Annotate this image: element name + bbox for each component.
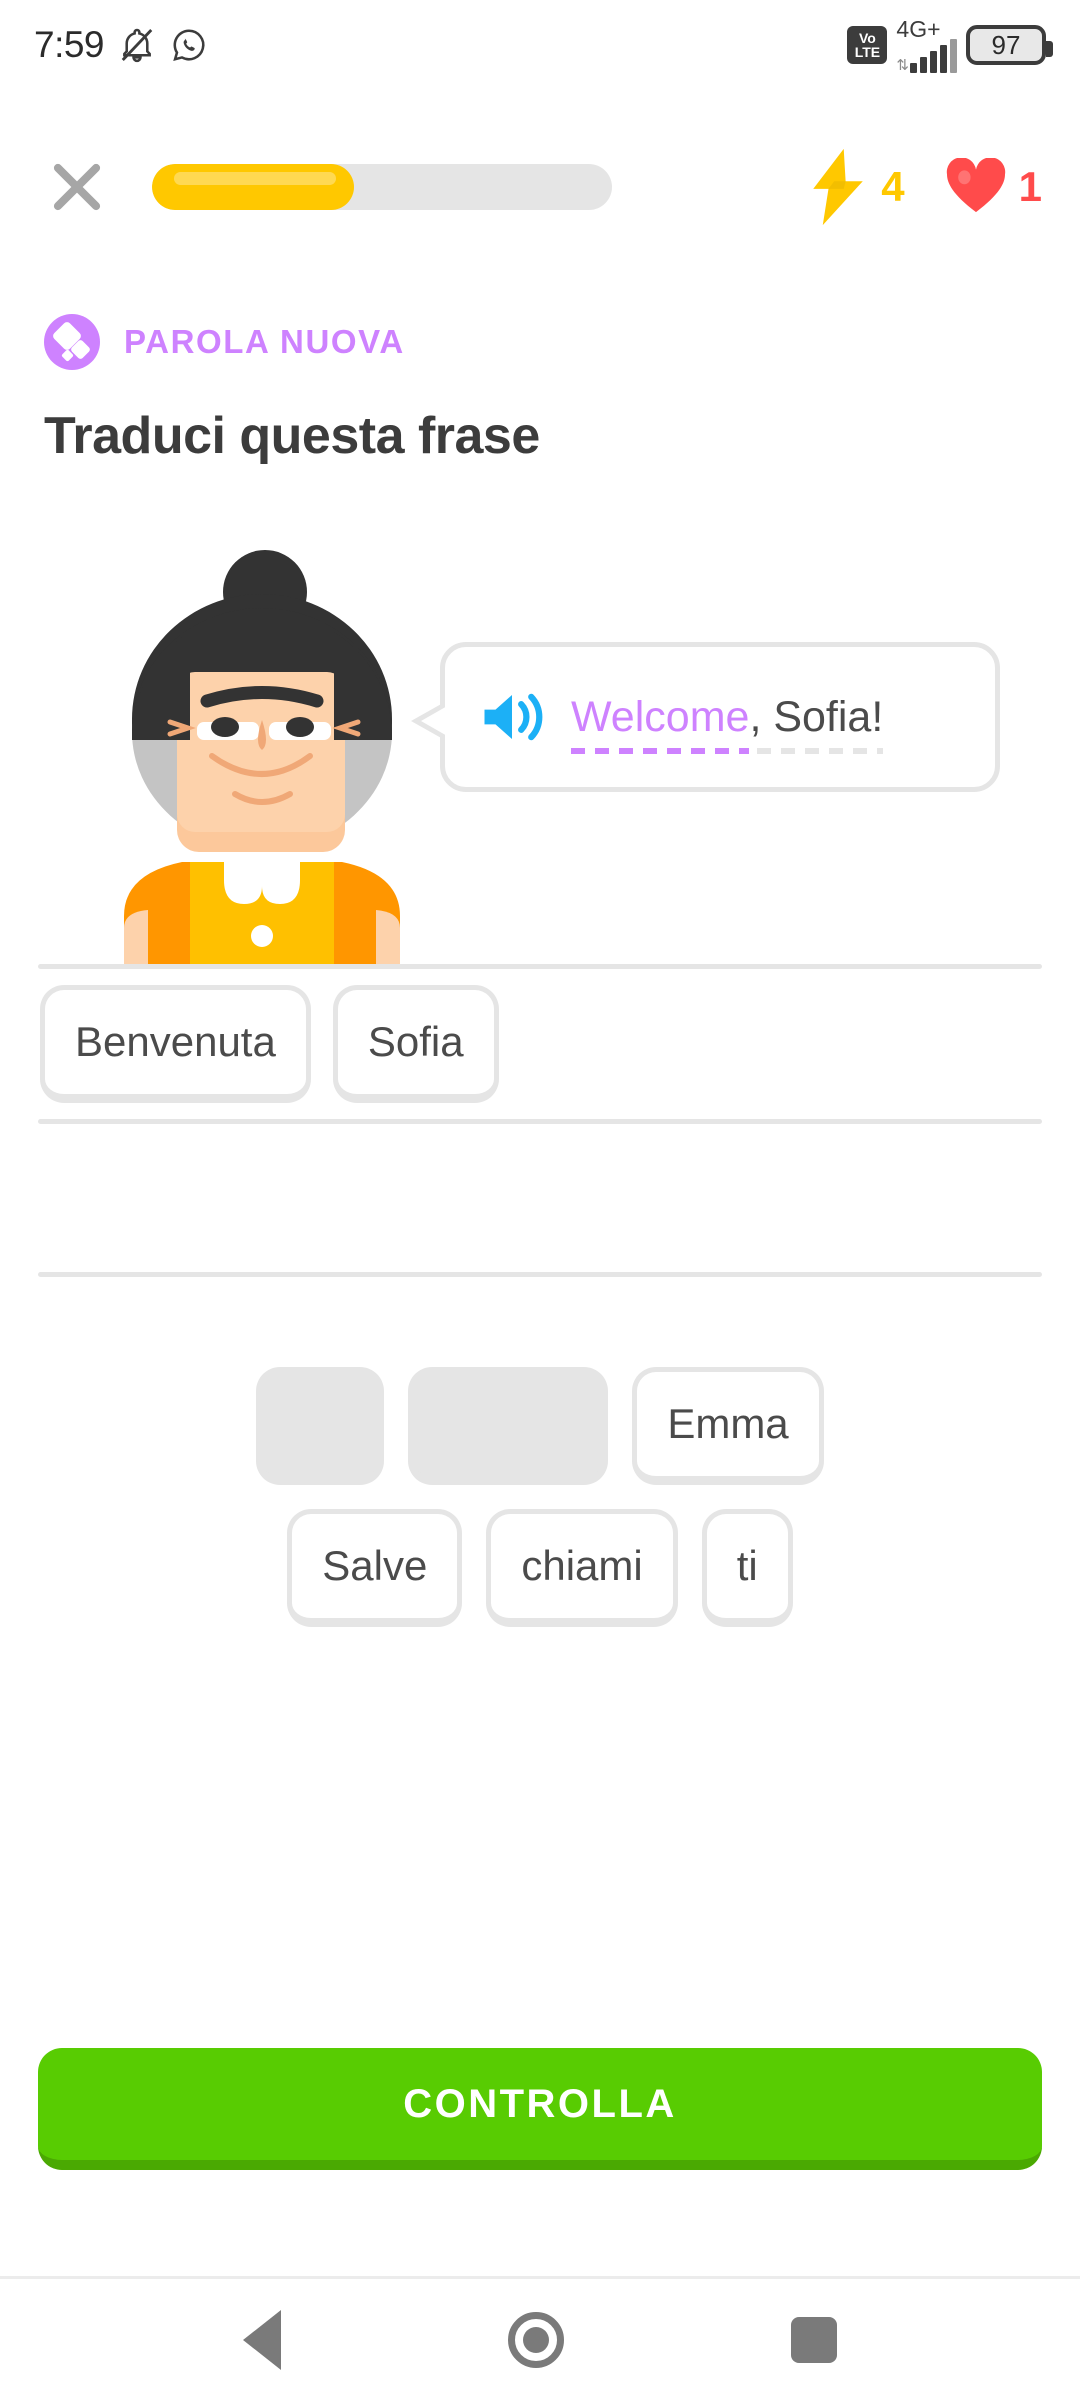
new-word-badge-label: PAROLA NUOVA	[124, 323, 405, 360]
bell-muted-icon	[121, 28, 153, 63]
data-transfer-icon: ⇅	[896, 56, 909, 74]
word-bank-used-slot	[256, 1367, 385, 1485]
lesson-progress-fill	[152, 164, 355, 210]
word-bank-tile[interactable]: Emma	[632, 1367, 824, 1485]
word-bank-used-slot	[408, 1367, 609, 1485]
word-bank: Emma Salve chiami ti	[0, 1367, 1080, 1627]
answer-tile[interactable]: Benvenuta	[40, 985, 311, 1103]
footer-actions: CONTROLLA	[0, 2048, 1080, 2170]
speaker-audio-icon[interactable]	[479, 689, 545, 745]
lightning-bolt-icon	[813, 148, 864, 226]
hearts-stat[interactable]: 1	[945, 158, 1042, 216]
status-clock: 7:59	[34, 24, 105, 65]
close-lesson-button[interactable]	[38, 148, 116, 226]
volte-top-label: Vo	[858, 30, 876, 46]
app-screen: 7:59 Vo LTE 4G+ ⇅ 97 4 1 PAROLA NUOVA Tr…	[0, 0, 1080, 2400]
new-word-diamond-icon	[44, 314, 100, 370]
word-bank-tile[interactable]: chiami	[486, 1509, 678, 1627]
nav-recents-icon[interactable]	[790, 2316, 837, 2363]
bubble-highlighted-word[interactable]: Welcome	[571, 693, 749, 741]
signal-row: ⇅	[896, 38, 957, 74]
battery-level-label: 97	[991, 29, 1021, 60]
status-bar-right: Vo LTE 4G+ ⇅ 97	[847, 15, 1053, 74]
volte-bottom-label: LTE	[854, 44, 881, 60]
network-type-label: 4G+	[896, 15, 941, 42]
whatsapp-icon	[173, 29, 205, 62]
word-bank-tile[interactable]: Salve	[287, 1509, 463, 1627]
word-bank-row-2: Salve chiami ti	[287, 1509, 793, 1627]
answer-tile[interactable]: Sofia	[332, 985, 499, 1103]
new-word-badge: PAROLA NUOVA	[0, 242, 1080, 370]
heart-icon	[946, 158, 1005, 213]
speech-bubble[interactable]: Welcome, Sofia!	[411, 642, 1000, 792]
status-bar: 7:59 Vo LTE 4G+ ⇅ 97	[0, 0, 1080, 90]
character-area: Welcome, Sofia!	[0, 544, 1080, 964]
progress-shine	[174, 172, 337, 185]
character-avatar	[124, 550, 400, 964]
lesson-progress-bar	[152, 164, 612, 210]
hearts-count: 1	[1018, 163, 1042, 210]
android-nav-bar	[0, 2276, 1080, 2400]
lesson-header: 4 1	[0, 132, 1080, 242]
word-bank-row-1: Emma	[256, 1367, 824, 1485]
header-stats: 4 1	[807, 147, 1042, 227]
word-bank-tile[interactable]: ti	[701, 1509, 793, 1627]
signal-bars-icon	[910, 38, 957, 73]
answer-row-1[interactable]: Benvenuta Sofia	[38, 969, 1042, 1119]
bubble-rest-text[interactable]: , Sofia!	[749, 693, 883, 741]
lesson-content: PAROLA NUOVA Traduci questa frase Welcom…	[0, 242, 1080, 1627]
nav-back-icon[interactable]	[243, 2309, 282, 2370]
battery-icon: 97	[966, 25, 1053, 65]
network-indicator: 4G+ ⇅	[896, 15, 957, 74]
answer-divider-bottom	[38, 1272, 1042, 1277]
volte-icon: Vo LTE	[847, 26, 888, 64]
status-bar-left: 7:59	[34, 24, 208, 66]
streak-stat[interactable]: 4	[807, 147, 905, 227]
answer-row-2[interactable]	[0, 1124, 1080, 1272]
page-title: Traduci questa frase	[44, 407, 540, 465]
streak-count: 4	[881, 163, 905, 210]
check-button[interactable]: CONTROLLA	[38, 2048, 1042, 2170]
bubble-sentence: Welcome, Sofia!	[571, 693, 883, 742]
nav-home-icon[interactable]	[507, 2311, 564, 2368]
